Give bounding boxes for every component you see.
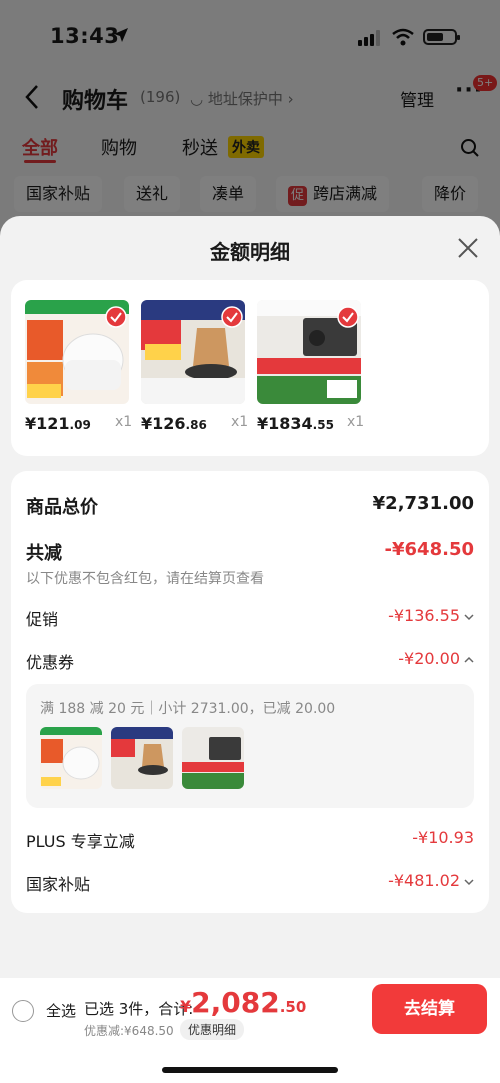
selected-count-text: 已选 3件，合计: bbox=[84, 1000, 194, 1018]
checked-icon bbox=[221, 306, 243, 328]
price-detail-card: 商品总价 ¥2,731.00 共减 -¥648.50 以下优惠不包含红包，请在结… bbox=[11, 471, 489, 913]
price-decimal: .55 bbox=[312, 418, 334, 432]
plus-discount-value: -¥10.93 bbox=[412, 828, 474, 847]
total-integer: 2,082 bbox=[191, 986, 280, 1019]
national-subsidy-value: -¥481.02 bbox=[388, 871, 474, 890]
coupon-detail-text: 满 188 减 20 元｜小计 2731.00，已减 20.00 bbox=[40, 701, 336, 717]
discount-summary: 优惠减:¥648.50 bbox=[84, 1024, 174, 1038]
reduction-value: -¥648.50 bbox=[384, 539, 474, 560]
product-thumbnail[interactable] bbox=[141, 300, 245, 404]
sheet-title: 金额明细 bbox=[210, 240, 290, 264]
coupon-product-thumbnail bbox=[40, 727, 102, 789]
product-quantity: x1 bbox=[115, 414, 133, 430]
coupon-label: 优惠券 bbox=[26, 653, 75, 672]
select-all-label[interactable]: 全选 bbox=[46, 1000, 76, 1021]
goods-total-label: 商品总价 bbox=[26, 497, 98, 518]
product-quantity: x1 bbox=[347, 414, 365, 430]
promotion-amount: -¥136.55 bbox=[388, 606, 460, 625]
row-plus-discount: PLUS 专享立减 -¥10.93 bbox=[26, 828, 474, 852]
row-coupon[interactable]: 优惠券 -¥20.00 bbox=[26, 649, 474, 673]
promotion-value: -¥136.55 bbox=[388, 606, 474, 625]
row-goods-total: 商品总价 ¥2,731.00 bbox=[26, 493, 474, 518]
checkout-bar: 全选 已选 3件，合计: ¥2,082.50 优惠减:¥648.50 优惠明细 … bbox=[0, 978, 500, 1083]
total-decimal: .50 bbox=[279, 998, 307, 1016]
electric-kettle-image bbox=[111, 727, 173, 789]
close-icon[interactable] bbox=[456, 236, 480, 260]
row-promotion[interactable]: 促销 -¥136.55 bbox=[26, 606, 474, 630]
goods-total-value: ¥2,731.00 bbox=[372, 493, 474, 514]
checkout-button[interactable]: 去结算 bbox=[372, 984, 487, 1034]
price-decimal: .86 bbox=[185, 418, 207, 432]
coupon-product-thumbnail bbox=[111, 727, 173, 789]
reduction-note: 以下优惠不包含红包，请在结算页查看 bbox=[26, 571, 264, 587]
coupon-amount: -¥20.00 bbox=[398, 649, 460, 668]
coupon-product-thumbnail bbox=[182, 727, 244, 789]
products-card: ¥121.09 x1 ¥126.86 x1 ¥1834.55 x1 bbox=[11, 280, 489, 456]
home-indicator bbox=[162, 1067, 338, 1073]
chevron-up-icon bbox=[464, 656, 474, 663]
product-price: ¥126.86 bbox=[141, 414, 207, 433]
plus-discount-label: PLUS 专享立减 bbox=[26, 832, 135, 851]
steam-oven-image bbox=[182, 727, 244, 789]
product-quantity: x1 bbox=[231, 414, 249, 430]
discount-detail-button[interactable]: 优惠明细 bbox=[180, 1019, 245, 1040]
price-integer: ¥1834 bbox=[257, 414, 313, 433]
price-integer: ¥126 bbox=[141, 414, 186, 433]
checked-icon bbox=[105, 306, 127, 328]
rice-cooker-image bbox=[40, 727, 102, 789]
row-total-reduction: 共减 -¥648.50 bbox=[26, 539, 474, 564]
select-all-radio[interactable] bbox=[12, 1000, 34, 1022]
national-subsidy-label: 国家补贴 bbox=[26, 875, 91, 894]
price-decimal: .09 bbox=[69, 418, 91, 432]
promotion-label: 促销 bbox=[26, 610, 59, 629]
product-thumbnail[interactable] bbox=[25, 300, 129, 404]
price-integer: ¥121 bbox=[25, 414, 70, 433]
national-subsidy-amount: -¥481.02 bbox=[388, 871, 460, 890]
chevron-down-icon bbox=[464, 613, 474, 620]
chevron-down-icon bbox=[464, 878, 474, 885]
product-thumbnail[interactable] bbox=[257, 300, 361, 404]
amount-detail-sheet: 金额明细 ¥121.09 x1 ¥126.86 x1 ¥1834.55 x1 商… bbox=[0, 216, 500, 1083]
row-national-subsidy[interactable]: 国家补贴 -¥481.02 bbox=[26, 871, 474, 895]
checked-icon bbox=[337, 306, 359, 328]
product-price: ¥121.09 bbox=[25, 414, 91, 433]
product-price: ¥1834.55 bbox=[257, 414, 334, 433]
total-currency: ¥ bbox=[180, 997, 192, 1016]
reduction-label: 共减 bbox=[26, 543, 62, 564]
coupon-value: -¥20.00 bbox=[398, 649, 474, 668]
total-amount: ¥2,082.50 bbox=[180, 986, 306, 1019]
coupon-detail-box: 满 188 减 20 元｜小计 2731.00，已减 20.00 bbox=[26, 684, 474, 808]
